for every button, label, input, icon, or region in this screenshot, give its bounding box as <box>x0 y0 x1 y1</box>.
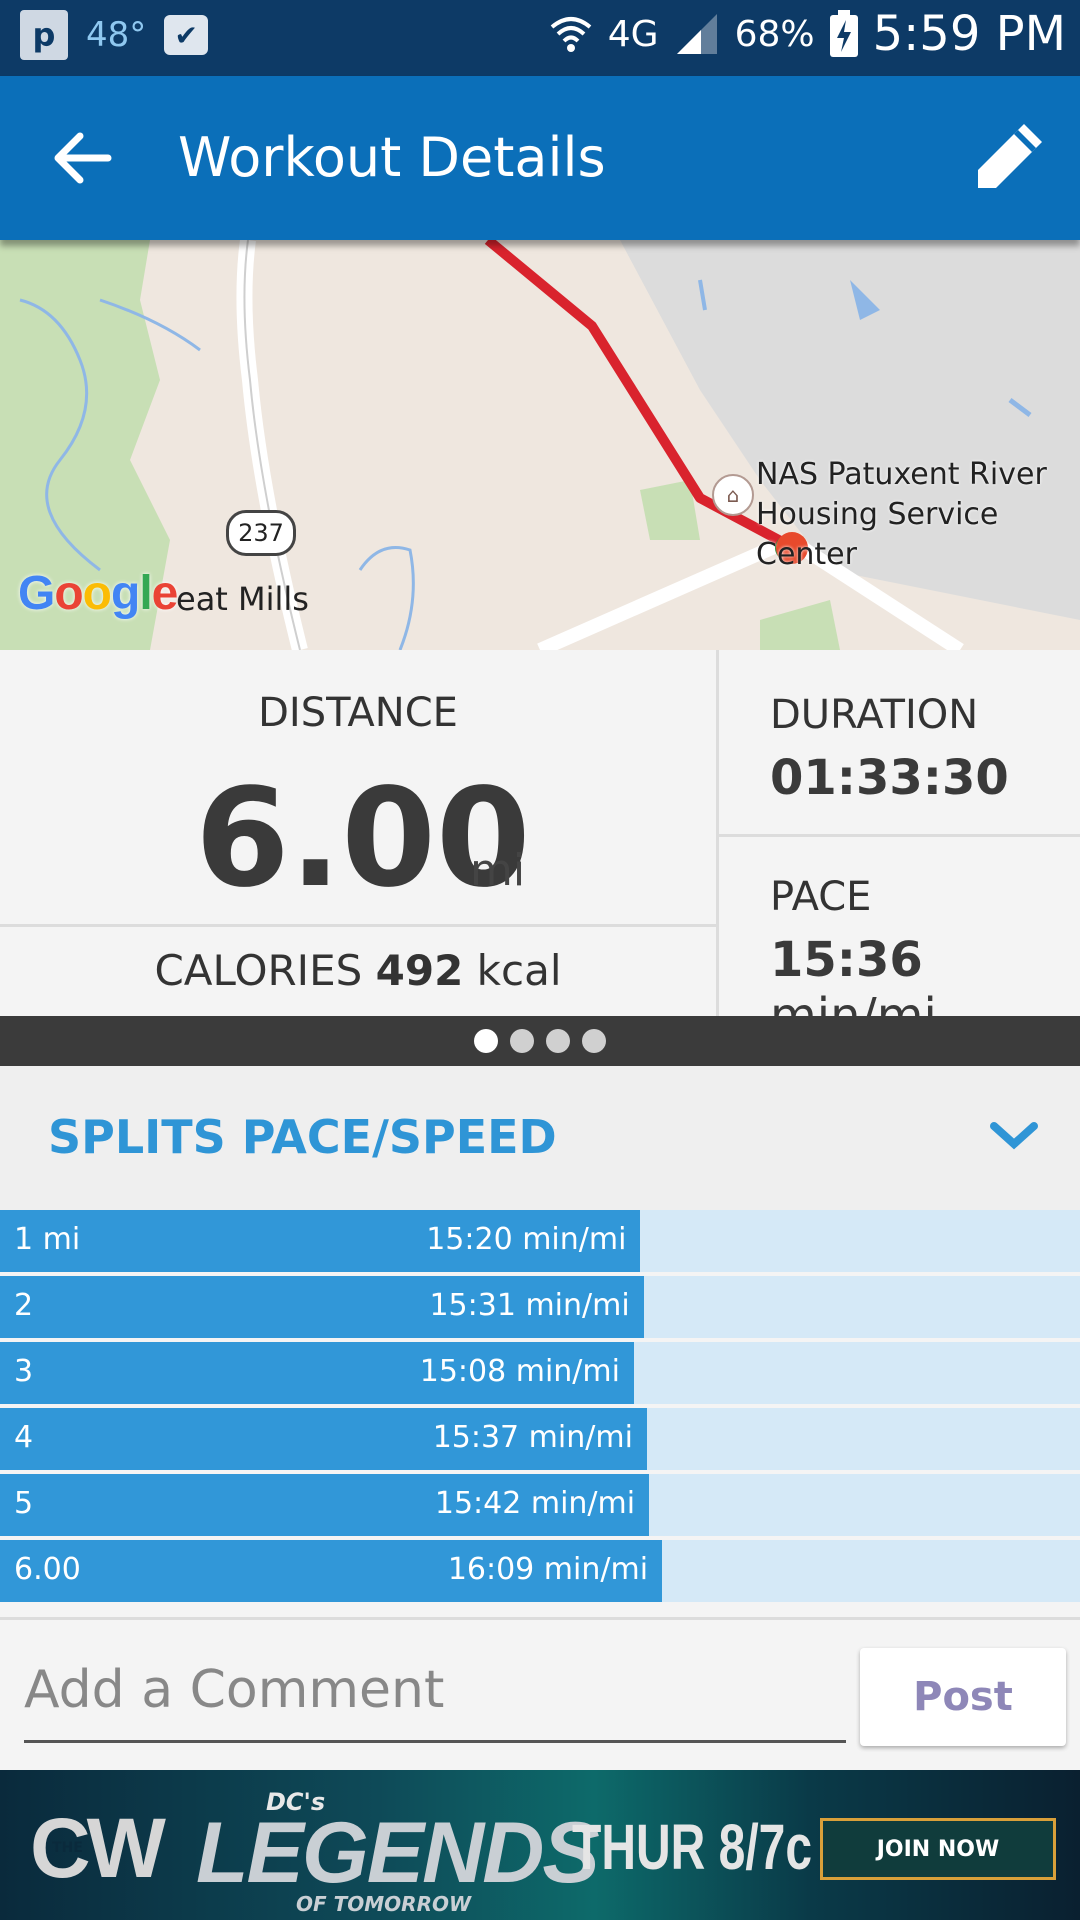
battery-charging-icon <box>829 10 858 57</box>
route-map[interactable]: 237 ⌂ NAS Patuxent River Housing Service… <box>0 240 1080 650</box>
page-title: Workout Details <box>178 126 606 189</box>
ad-show-title: LEGENDS <box>196 1805 600 1901</box>
back-button[interactable] <box>50 128 120 188</box>
road-shield: 237 <box>226 510 296 556</box>
duration-label: DURATION <box>770 692 979 738</box>
split-label: 6.00 <box>14 1552 81 1587</box>
page-dot[interactable] <box>474 1029 498 1053</box>
town-label: eat Mills <box>176 580 309 618</box>
wifi-icon <box>550 17 592 52</box>
split-pace: 15:42 min/mi <box>434 1486 636 1521</box>
arrow-left-icon <box>54 132 112 184</box>
split-label: 3 <box>14 1354 34 1389</box>
stats-panel[interactable]: DISTANCE 6.00 mi CALORIES 492 kcal DURAT… <box>0 650 1080 1044</box>
divider <box>719 834 1080 837</box>
google-logo: Google <box>18 567 178 620</box>
split-row: 4 15:37 min/mi <box>0 1408 1080 1470</box>
split-label: 5 <box>14 1486 34 1521</box>
split-pace: 15:31 min/mi <box>429 1288 630 1323</box>
split-row: 6.00 16:09 min/mi <box>0 1540 1080 1602</box>
edit-button[interactable] <box>966 116 1050 200</box>
splits-list: 1 mi 15:20 min/mi 2 15:31 min/mi 3 15:08 min/… <box>0 1210 1080 1606</box>
poi-label-line2: Housing Service Center <box>756 497 999 572</box>
battery-percentage: 68% <box>734 13 815 55</box>
museum-icon: ⌂ <box>712 474 754 516</box>
split-pace: 16:09 min/mi <box>447 1552 649 1587</box>
splits-header[interactable]: SPLITS PACE/SPEED <box>0 1066 1080 1210</box>
post-button[interactable]: Post <box>860 1648 1066 1746</box>
pace-value: 15:36 <box>770 932 923 988</box>
ad-show-subtitle: OF TOMORROW <box>296 1892 472 1916</box>
divider <box>0 1617 1080 1620</box>
comment-input[interactable] <box>24 1640 846 1743</box>
temperature-indicator: 48° <box>86 15 147 55</box>
network-type-indicator: 4G <box>607 13 659 55</box>
split-row: 3 15:08 min/mi <box>0 1342 1080 1404</box>
split-label: 1 mi <box>14 1222 81 1257</box>
ad-join-button[interactable]: JOIN NOW <box>820 1818 1056 1880</box>
calories-value: 492 <box>375 946 464 995</box>
split-pace: 15:08 min/mi <box>419 1354 620 1389</box>
duration-value: 01:33:30 <box>770 750 1009 806</box>
ad-banner[interactable]: CW THE LEGENDS DC's OF TOMORROW THUR 8/7… <box>0 1770 1080 1920</box>
calories-unit: kcal <box>476 946 562 995</box>
split-row: 1 mi 15:20 min/mi <box>0 1210 1080 1272</box>
calories-stat: CALORIES 492 kcal <box>0 946 716 995</box>
splits-title: SPLITS PACE/SPEED <box>48 1110 557 1164</box>
calories-label: CALORIES <box>154 946 363 995</box>
split-row: 2 15:31 min/mi <box>0 1276 1080 1338</box>
divider <box>716 650 719 1016</box>
splits-toggle[interactable] <box>988 1114 1040 1158</box>
pencil-icon <box>978 124 1042 188</box>
poi-label: NAS Patuxent River Housing Service Cente… <box>756 455 1080 575</box>
app-bar: Workout Details <box>0 76 1080 240</box>
split-row: 5 15:42 min/mi <box>0 1474 1080 1536</box>
briefcase-icon: ✔ <box>164 15 209 55</box>
pace-label: PACE <box>770 874 872 920</box>
status-bar: p 48° ✔ 4G 68% 5:59 PM <box>0 0 1080 76</box>
split-pace: 15:37 min/mi <box>432 1420 633 1455</box>
page-dot[interactable] <box>546 1029 570 1053</box>
ad-network-logo: CW <box>30 1801 166 1895</box>
distance-label: DISTANCE <box>258 690 458 736</box>
ad-schedule: THUR 8/7c <box>572 1811 813 1883</box>
divider <box>0 924 716 927</box>
chevron-down-icon <box>990 1122 1038 1150</box>
page-dot[interactable] <box>510 1029 534 1053</box>
clock: 5:59 PM <box>872 6 1066 62</box>
signal-icon <box>676 14 717 54</box>
ad-network-prefix: THE <box>52 1840 83 1856</box>
distance-unit: mi <box>470 845 526 896</box>
page-dot[interactable] <box>582 1029 606 1053</box>
page-indicator <box>0 1016 1080 1066</box>
ad-brand: DC's <box>266 1788 326 1816</box>
split-pace: 15:20 min/mi <box>426 1222 627 1257</box>
split-label: 4 <box>14 1420 34 1455</box>
split-label: 2 <box>14 1288 34 1323</box>
poi-label-line1: NAS Patuxent River <box>756 457 1047 492</box>
app-notification-icon: p <box>20 10 68 60</box>
